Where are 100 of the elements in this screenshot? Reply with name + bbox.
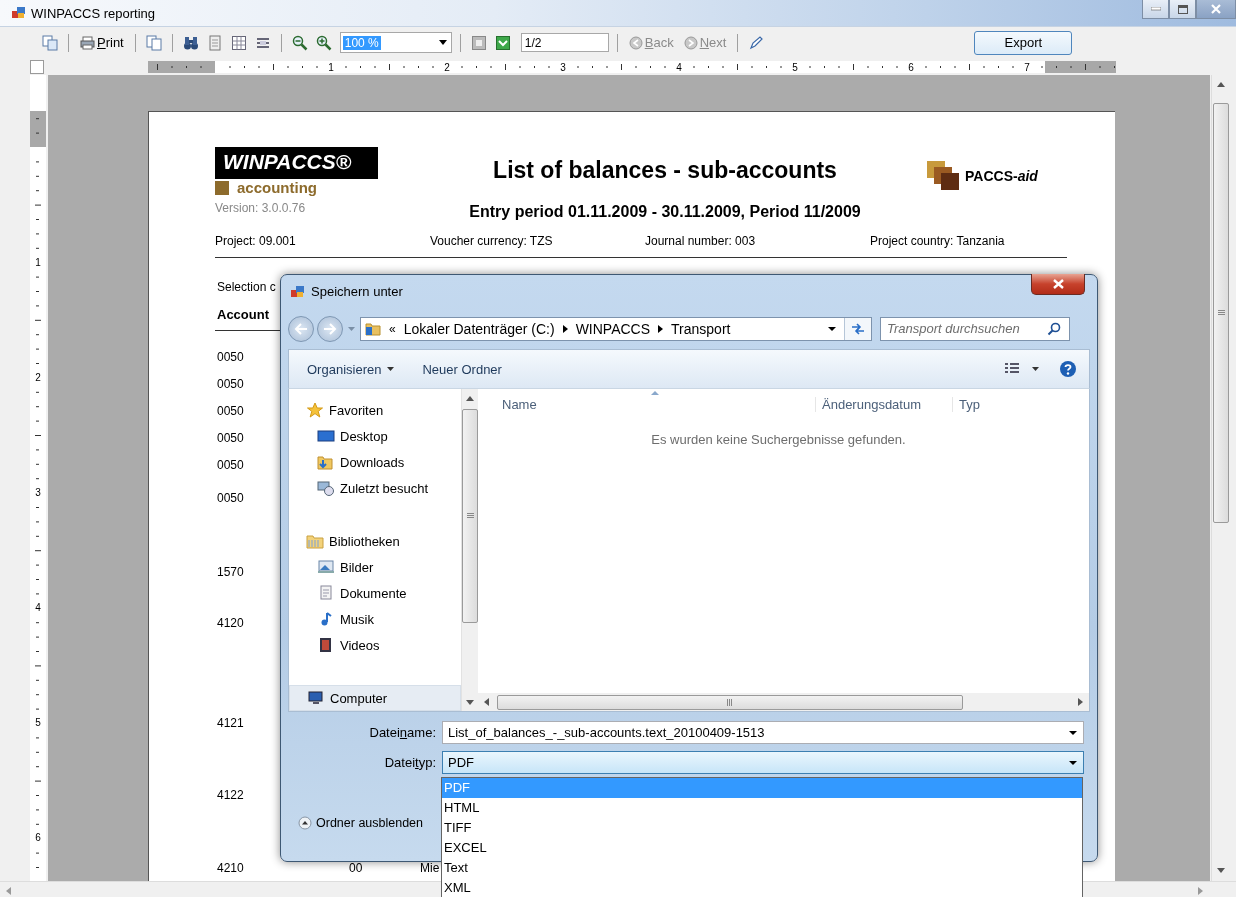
chevron-icon[interactable] — [658, 324, 664, 333]
vertical-ruler: 1 2 3 4 5 6 — [30, 75, 46, 881]
ruler-corner — [30, 59, 44, 74]
minimize-icon — [1150, 7, 1161, 11]
scroll-thumb[interactable] — [462, 409, 478, 623]
pencil-icon[interactable] — [748, 34, 765, 51]
dropdown-option[interactable]: HTML — [442, 798, 1082, 818]
next-page-icon[interactable] — [494, 34, 511, 51]
nav-item[interactable]: Computer — [289, 685, 461, 711]
address-bar[interactable]: « Lokaler Datenträger (C:) WINPACCS Transport — [360, 316, 872, 341]
report-info-text: Voucher currency: TZS — [430, 234, 554, 248]
print-button[interactable]: Print — [77, 35, 127, 50]
vertical-scrollbar[interactable] — [461, 389, 478, 711]
minimize-button[interactable] — [1142, 0, 1169, 19]
scroll-right-icon[interactable] — [1078, 698, 1083, 706]
close-button[interactable] — [1031, 274, 1085, 295]
dropdown-option[interactable]: TIFF — [442, 818, 1082, 838]
scroll-thumb[interactable] — [497, 694, 963, 710]
right-arrow-icon — [323, 322, 337, 335]
nav-item[interactable]: Musik — [289, 606, 461, 632]
search-field[interactable]: Transport durchsuchen — [880, 316, 1070, 341]
nav-item[interactable]: Bibliotheken — [289, 528, 461, 554]
account-number: 4120 — [217, 615, 244, 630]
breadcrumb[interactable]: WINPACCS — [575, 320, 651, 337]
version-text: Version: 3.0.0.76 — [215, 201, 307, 215]
nav-item[interactable]: Favoriten — [289, 397, 461, 423]
command-button[interactable]: Neuer Ordner — [422, 361, 502, 377]
nav-item[interactable]: Dokumente — [289, 580, 461, 606]
account-number: 4210 — [217, 860, 244, 875]
binoculars-icon[interactable] — [182, 34, 199, 51]
nav-item[interactable]: Videos — [289, 632, 461, 658]
filetype-dropdown[interactable]: PDF — [442, 751, 1084, 774]
desktop-icon — [317, 428, 335, 444]
collapse-icon — [298, 816, 312, 830]
partner-logo-text: PACCS-aid — [965, 168, 1038, 184]
pictures-icon — [317, 559, 335, 575]
breadcrumb[interactable]: Transport — [671, 320, 731, 337]
column-header[interactable]: Änderungsdatum — [815, 396, 921, 412]
view-icon[interactable] — [1004, 362, 1020, 376]
empty-message: Es wurden keine Suchergebnisse gefunden. — [650, 432, 907, 447]
folder-icon — [365, 321, 381, 336]
maximize-button[interactable] — [1169, 0, 1196, 19]
breadcrumb[interactable]: Lokaler Datenträger (C:) — [403, 320, 555, 337]
computer-icon — [307, 690, 325, 706]
dropdown-option[interactable]: Text — [442, 858, 1082, 878]
copy-icon[interactable] — [42, 34, 58, 51]
printer-icon — [80, 35, 95, 50]
first-page-icon[interactable] — [470, 34, 487, 51]
scroll-down-icon[interactable] — [1217, 868, 1225, 873]
filename-field[interactable]: List_of_balances_-_sub-accounts.text_20100409-1513 — [442, 721, 1084, 744]
horizontal-scrollbar[interactable] — [478, 693, 1089, 711]
vertical-scrollbar[interactable] — [1211, 75, 1230, 881]
scroll-left-icon[interactable] — [484, 698, 489, 706]
library-icon — [306, 533, 324, 549]
nav-item[interactable]: Zuletzt besucht — [289, 475, 461, 501]
dropdown-option[interactable]: EXCEL — [442, 838, 1082, 858]
favorites-icon — [306, 402, 324, 418]
downloads-icon — [317, 454, 335, 470]
zoom-out-icon[interactable] — [291, 34, 308, 51]
column-header[interactable]: Name — [502, 396, 537, 412]
help-icon[interactable] — [1059, 360, 1077, 378]
refresh-button[interactable] — [844, 317, 871, 340]
scroll-up-icon[interactable] — [466, 396, 474, 401]
field-label: Dateityp: — [383, 755, 437, 770]
logo-wordmark: WINPACCS® — [215, 147, 378, 179]
caret-icon — [387, 367, 395, 371]
command-button[interactable]: Organisieren — [307, 361, 395, 377]
dropdown-option[interactable]: XML — [442, 878, 1082, 897]
scroll-down-icon[interactable] — [466, 700, 474, 705]
zoom-in-icon[interactable] — [315, 34, 332, 51]
search-icon — [1047, 321, 1061, 336]
export-button[interactable]: Export — [974, 30, 1073, 55]
table-cell: 00 — [349, 860, 363, 875]
horizontal-ruler: 1 2 3 4 5 6 7 — [148, 60, 1116, 73]
pages-icon[interactable] — [145, 34, 162, 51]
close-icon — [1052, 279, 1064, 289]
account-number: 0050 — [217, 403, 244, 418]
grid-icon[interactable] — [230, 34, 247, 51]
partner-logo-icon — [927, 161, 961, 191]
report-title: List of balances - sub-accounts — [493, 157, 837, 184]
forward-button[interactable] — [317, 315, 343, 342]
nav-item[interactable]: Bilder — [289, 554, 461, 580]
page-field[interactable]: 1/2 — [520, 33, 609, 52]
maximize-icon — [1177, 4, 1188, 14]
selection-text: Selection c — [217, 280, 276, 294]
app-icon — [12, 7, 26, 19]
scroll-thumb[interactable] — [1213, 103, 1229, 523]
nav-item[interactable]: Downloads — [289, 449, 461, 475]
account-number: 4121 — [217, 715, 244, 730]
account-number: 1570 — [217, 564, 244, 579]
breadcrumb-overflow[interactable]: « — [389, 321, 396, 336]
scroll-up-icon[interactable] — [1217, 82, 1225, 87]
nav-item[interactable]: Desktop — [289, 423, 461, 449]
column-header[interactable]: Typ — [952, 396, 980, 412]
back-button[interactable] — [288, 315, 314, 342]
hide-folders-button[interactable]: Ordner ausblenden — [298, 816, 424, 830]
dialog-title: Speichern unter — [311, 284, 403, 299]
caret-icon[interactable] — [1032, 367, 1039, 371]
window-title: WINPACCS reporting — [31, 5, 155, 21]
chevron-icon[interactable] — [562, 324, 568, 333]
